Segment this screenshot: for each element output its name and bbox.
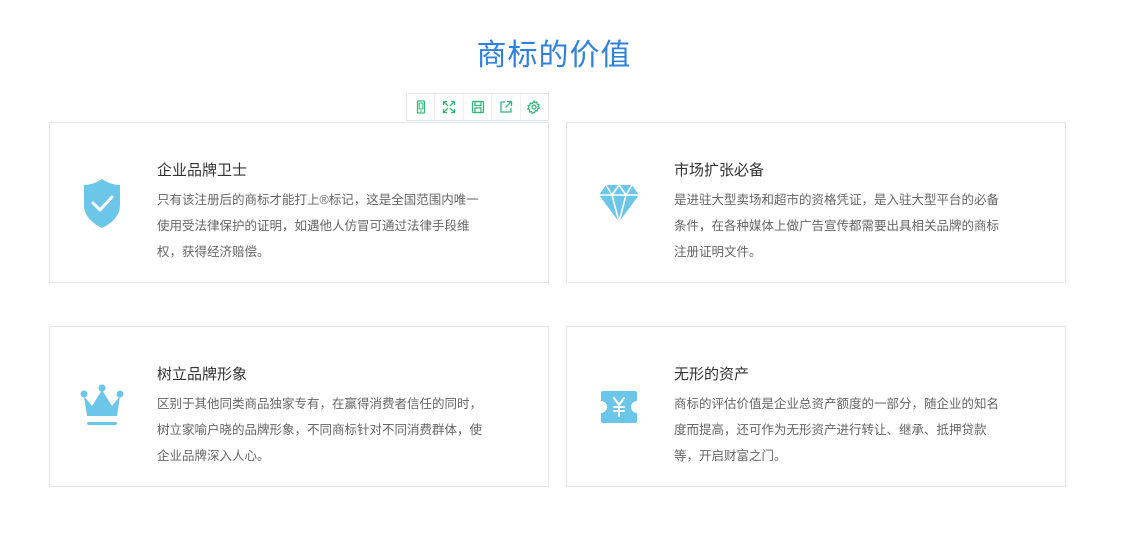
save-button[interactable] — [464, 94, 493, 120]
card-title: 树立品牌形象 — [157, 366, 248, 383]
mobile-preview-button[interactable] — [407, 94, 436, 120]
expand-icon — [442, 100, 456, 114]
value-card-market-expansion: 市场扩张必备 是进驻大型卖场和超市的资格凭证，是入驻大型平台的必备条件，在各种媒… — [566, 122, 1066, 283]
share-button[interactable] — [492, 94, 521, 120]
card-title: 市场扩张必备 — [674, 162, 765, 179]
fullscreen-button[interactable] — [435, 94, 464, 120]
editor-toolbar — [406, 93, 549, 121]
diamond-icon — [599, 184, 639, 223]
mobile-icon — [416, 100, 425, 114]
settings-button[interactable] — [521, 94, 548, 120]
section-title: 商标的价值 — [476, 39, 632, 72]
shield-check-icon — [84, 179, 120, 228]
value-card-brand-guard: 企业品牌卫士 只有该注册后的商标才能打上®标记，这是全国范围内唯一使用受法律保护… — [49, 122, 549, 283]
card-description: 区别于其他同类商品独家专有，在赢得消费者信任的同时，树立家喻户晓的品牌形象，不同… — [157, 397, 483, 463]
share-icon — [500, 100, 513, 113]
crown-icon — [80, 384, 124, 425]
card-description: 商标的评估价值是企业总资产额度的一部分，随企业的知名度而提高，还可作为无形资产进… — [674, 397, 1000, 463]
value-card-intangible-asset: 无形的资产 商标的评估价值是企业总资产额度的一部分，随企业的知名度而提高，还可作… — [566, 326, 1066, 487]
save-icon — [471, 100, 484, 114]
card-description: 是进驻大型卖场和超市的资格凭证，是入驻大型平台的必备条件，在各种媒体上做广告宣传… — [674, 193, 1000, 259]
card-title: 无形的资产 — [674, 366, 750, 383]
card-title: 企业品牌卫士 — [157, 162, 248, 179]
value-card-brand-image: 树立品牌形象 区别于其他同类商品独家专有，在赢得消费者信任的同时，树立家喻户晓的… — [49, 326, 549, 487]
card-description: 只有该注册后的商标才能打上®标记，这是全国范围内唯一使用受法律保护的证明，如遇他… — [157, 193, 479, 259]
yen-ticket-icon — [601, 391, 637, 423]
gear-icon — [527, 100, 541, 114]
